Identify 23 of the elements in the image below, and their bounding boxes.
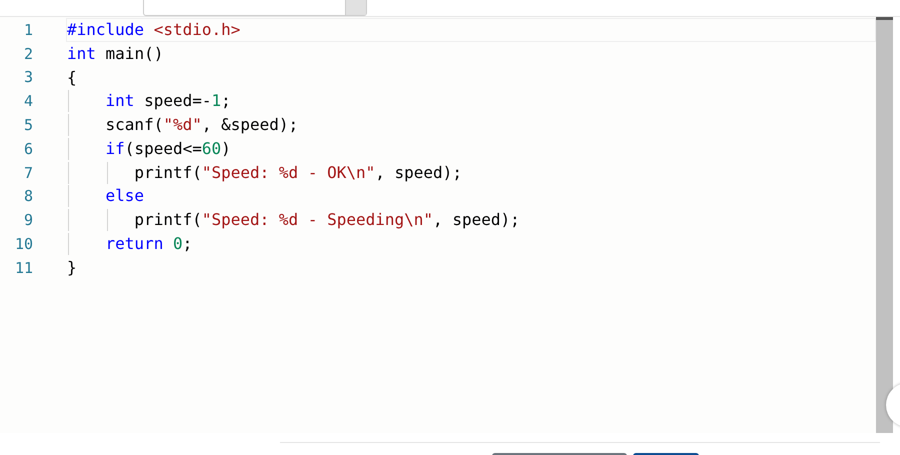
line-number: 3 [22, 68, 33, 86]
line-number: 6 [22, 140, 33, 158]
line-number: 11 [14, 258, 33, 277]
code-line: else [66, 184, 876, 208]
line-number: 5 [22, 116, 33, 134]
code-line: int main() [66, 42, 164, 65]
code-line: int speed=-1; [66, 89, 876, 114]
code-line: } [66, 256, 78, 279]
dropdown[interactable] [143, 0, 367, 16]
code-line: scanf("%d", &speed); [66, 113, 876, 138]
line-number: 7 [22, 164, 33, 182]
code-line: return 0; [66, 232, 876, 256]
line-number: 4 [22, 92, 33, 110]
code-line: { [66, 66, 78, 88]
line-number: 1 [22, 20, 33, 39]
code-line: printf("Speed: %d - OK\n", speed); [66, 160, 876, 185]
scrollbar[interactable] [876, 17, 893, 433]
line-number: 2 [22, 44, 33, 63]
line-number: 9 [22, 211, 33, 230]
line-number: 10 [14, 235, 33, 254]
code-line: printf("Speed: %d - Speeding\n", speed); [66, 208, 876, 232]
line-number: 8 [22, 187, 33, 206]
code-line: if(speed<=60) [66, 136, 876, 161]
